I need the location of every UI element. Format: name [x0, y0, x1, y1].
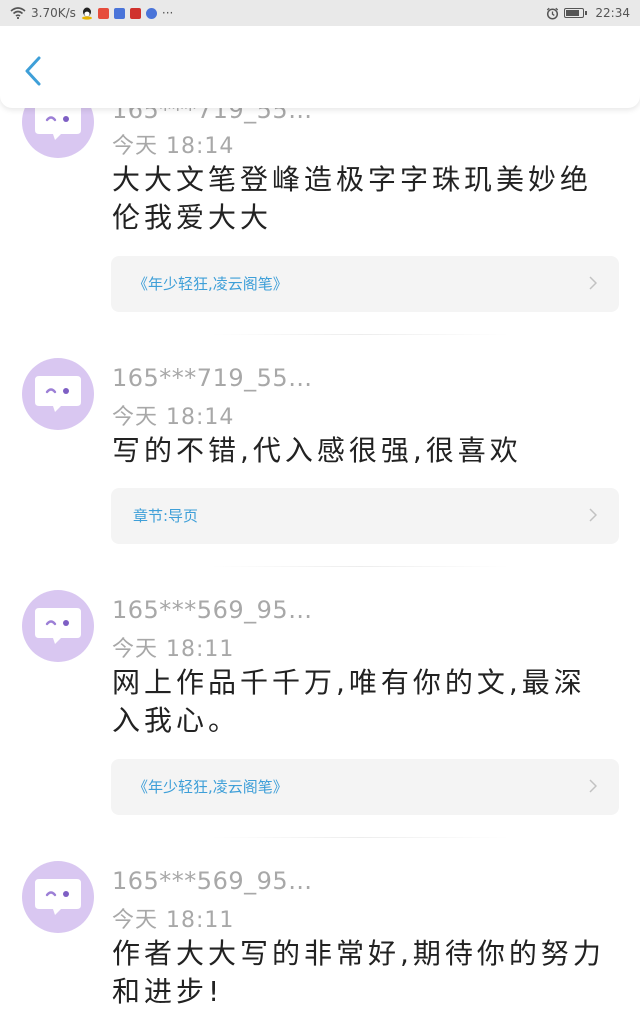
back-button[interactable] — [20, 54, 46, 88]
app-notification-icon — [145, 7, 157, 19]
comment-text: 作者大大写的非常好,期待你的努力和进步! — [112, 937, 605, 1008]
comment-time: 今天 18:14 — [112, 134, 235, 159]
comment-source-link[interactable]: 《年少轻狂,凌云阁笔》 — [111, 256, 619, 312]
more-notifications: ··· — [161, 6, 174, 20]
comment-source-label: 章节:导页 — [133, 507, 199, 525]
comment-source-label: 《年少轻狂,凌云阁笔》 — [133, 778, 288, 796]
chevron-right-icon — [589, 508, 597, 522]
comment-text: 大大文笔登峰造极字字珠玑美妙绝伦我爱大大 — [112, 163, 593, 234]
comment-time: 今天 18:11 — [112, 637, 235, 662]
top-nav-bar — [0, 26, 640, 108]
comment-time: 今天 18:11 — [112, 908, 235, 933]
avatar[interactable] — [22, 861, 94, 933]
comment-source-link[interactable]: 《年少轻狂,凌云阁笔》 — [111, 759, 619, 815]
divider — [210, 837, 510, 838]
app-notification-icon — [129, 7, 141, 19]
alarm-icon — [547, 7, 559, 20]
chevron-right-icon — [589, 779, 597, 793]
comment-time: 今天 18:14 — [112, 405, 235, 430]
wifi-icon — [10, 7, 26, 19]
status-bar: 3.70K/s ··· 22:34 — [0, 0, 640, 26]
comment-username: 165***719_55… — [112, 364, 313, 392]
chat-face-icon — [35, 608, 81, 644]
comment-text: 写的不错,代入感很强,很喜欢 — [112, 434, 522, 467]
comment-source-link[interactable]: 章节:导页 — [111, 488, 619, 544]
comment-username: 165***569_95… — [112, 596, 313, 624]
app-notification-icon — [97, 7, 109, 19]
comment-source-label: 《年少轻狂,凌云阁笔》 — [133, 275, 288, 293]
app-notification-icon — [113, 7, 125, 19]
comment-username: 165***569_95… — [112, 867, 313, 895]
divider — [210, 566, 510, 567]
avatar[interactable] — [22, 590, 94, 662]
comment-text: 网上作品千千万,唯有你的文,最深入我心。 — [112, 666, 586, 737]
avatar[interactable] — [22, 358, 94, 430]
chevron-left-icon — [25, 56, 41, 86]
divider — [210, 334, 510, 335]
qq-icon — [81, 7, 92, 20]
chat-face-icon — [35, 879, 81, 915]
chevron-right-icon — [589, 276, 597, 290]
network-speed: 3.70K/s — [31, 6, 76, 20]
chat-face-icon — [35, 376, 81, 412]
battery-icon — [564, 8, 588, 18]
clock: 22:34 — [595, 6, 630, 20]
